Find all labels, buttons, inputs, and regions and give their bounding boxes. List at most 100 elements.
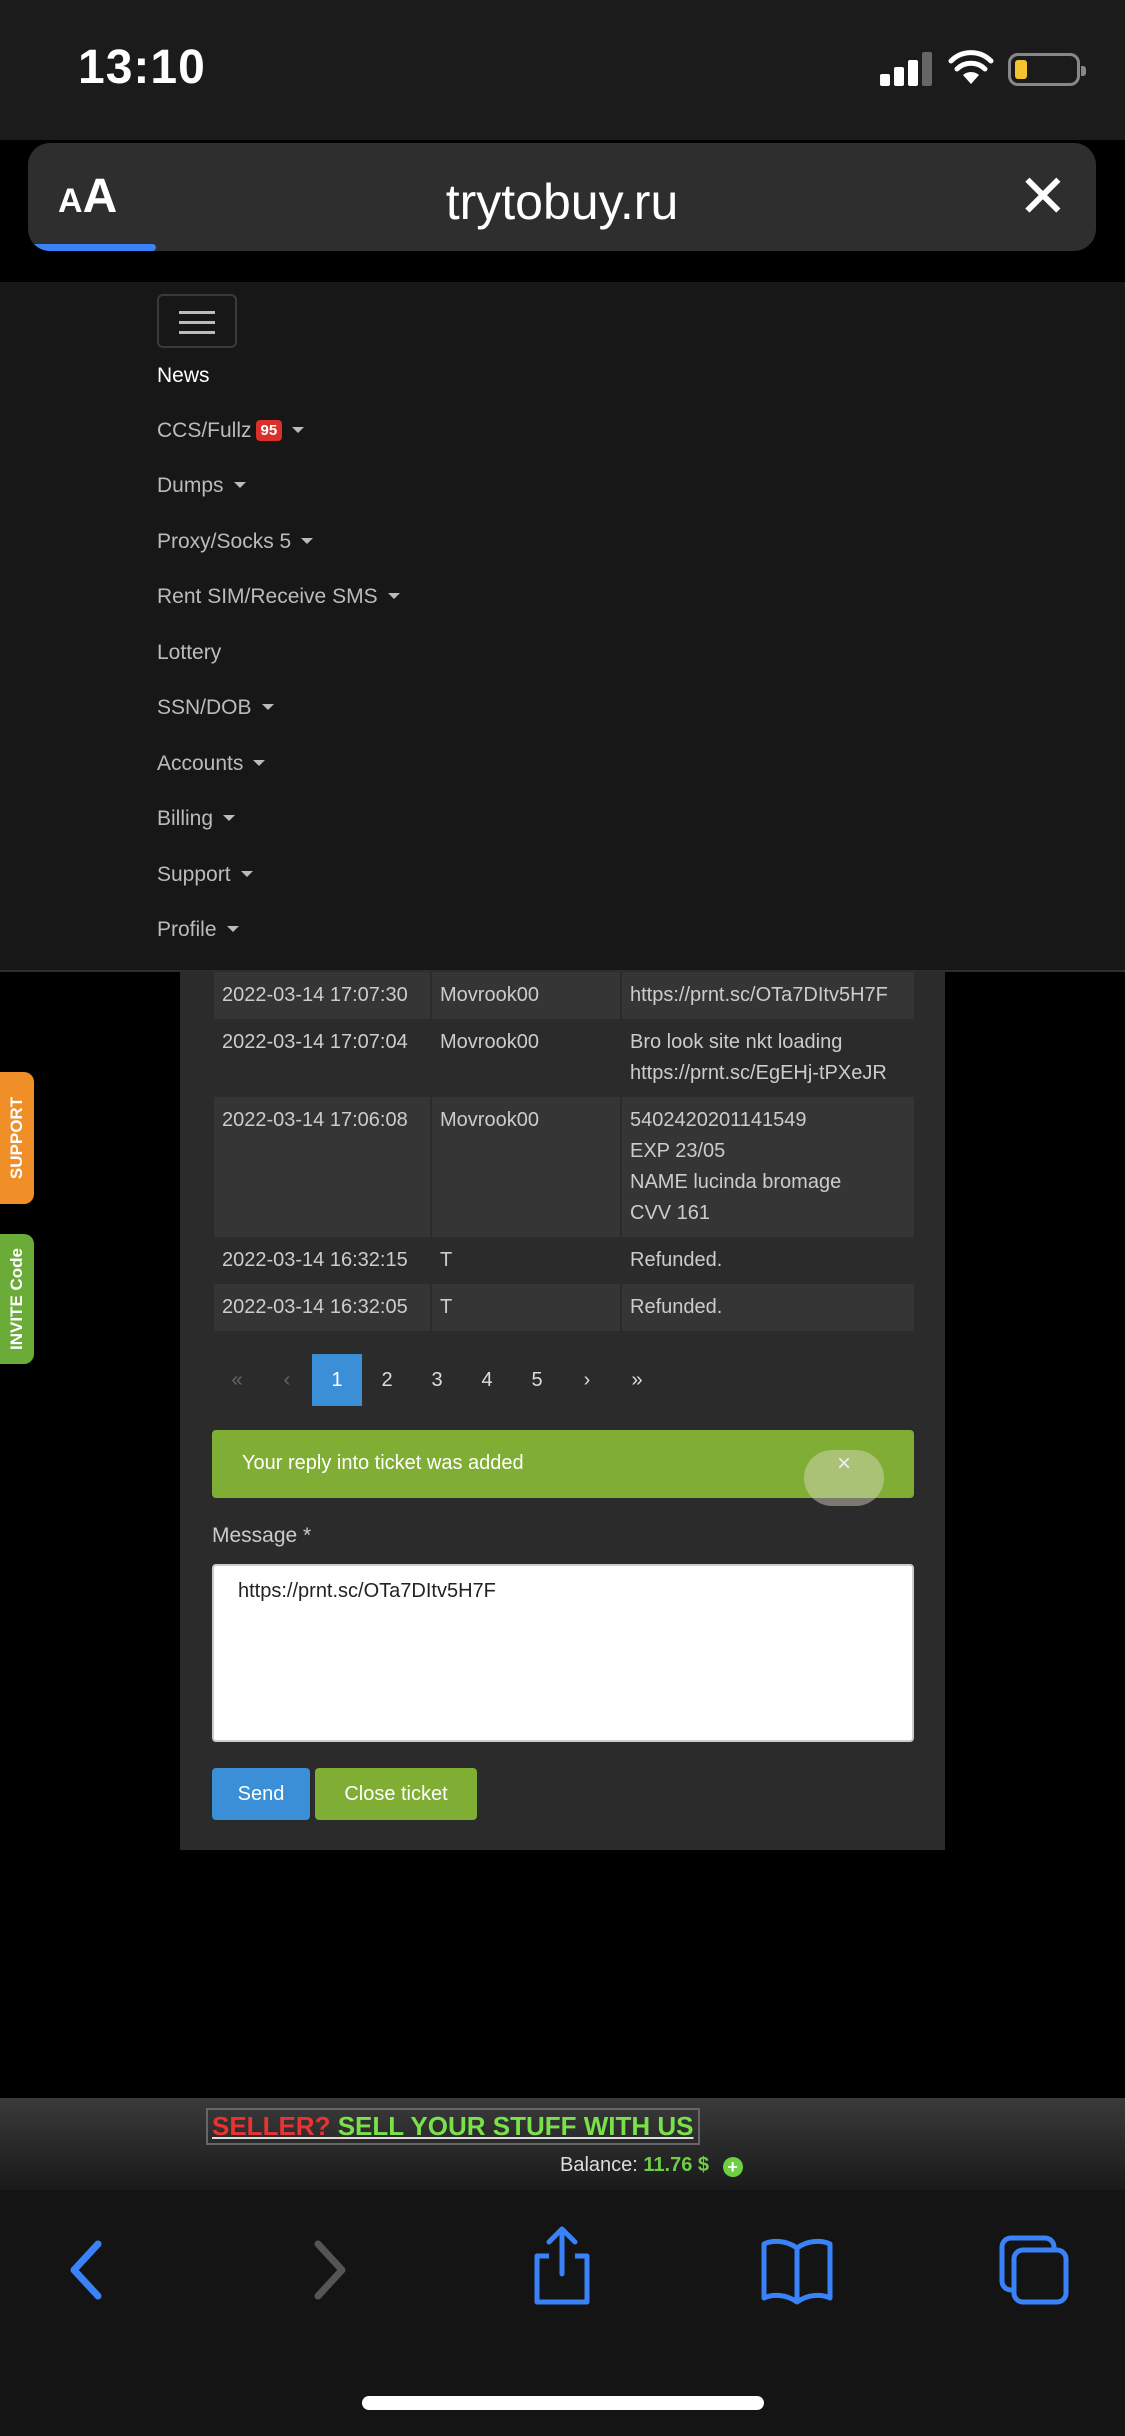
message-line: NAME lucinda bromage <box>630 1171 842 1193</box>
table-row: 2022-03-14 17:06:08 Movrook00 540242020114… <box>212 1097 914 1237</box>
status-time: 13:10 <box>78 41 206 94</box>
message-text: Bro look site nkt loading https://prnt.sc… <box>620 1019 914 1097</box>
message-date: 2022-03-14 16:32:05 <box>212 1284 431 1331</box>
table-row: 2022-03-14 16:32:15 T Refunded. <box>212 1237 914 1284</box>
alert-close-button[interactable]: × <box>804 1450 884 1506</box>
table-row: 2022-03-14 17:07:30 Movrook00 https://prnt… <box>212 972 914 1019</box>
nav-item-rent-sim-receive-sms[interactable]: Rent SIM/Receive SMS <box>157 585 400 609</box>
send-button[interactable]: Send <box>212 1768 310 1820</box>
message-line: Refunded. <box>630 1249 723 1271</box>
nav-item-billing[interactable]: Billing <box>157 807 236 831</box>
pagination-last[interactable]: » <box>612 1354 662 1406</box>
wifi-icon <box>948 50 994 84</box>
status-bar: 13:10 <box>0 0 1125 140</box>
pagination-page-2[interactable]: 2 <box>362 1354 412 1406</box>
message-date: 2022-03-14 17:07:30 <box>212 972 431 1019</box>
nav-item-label: Proxy/Socks 5 <box>157 530 292 553</box>
nav-item-ssn-dob[interactable]: SSN/DOB <box>157 696 274 720</box>
forward-icon[interactable] <box>306 2232 354 2308</box>
ticket-messages-table: 2022-03-14 17:07:30 Movrook00 https://prnt… <box>212 972 914 1331</box>
back-icon[interactable] <box>62 2232 110 2308</box>
nav-item-label: Accounts <box>157 752 244 775</box>
pagination-prev[interactable]: ‹ <box>262 1354 312 1406</box>
nav-item-label: CCS/Fullz <box>157 419 252 442</box>
caret-down-icon <box>292 427 305 433</box>
bookmarks-icon[interactable] <box>758 2232 836 2308</box>
caret-down-icon <box>261 704 274 710</box>
site-navigation: News CCS/Fullz 95 Dumps Proxy/Socks 5 Rent SI… <box>0 282 1125 972</box>
alert-text: Your reply into ticket was added <box>242 1452 524 1474</box>
page-load-progress <box>28 244 156 251</box>
message-user: Movrook00 <box>430 1097 621 1237</box>
footer-banner: SELLER? SELL YOUR STUFF WITH US Balance:… <box>0 2098 1125 2190</box>
nav-item-label: Billing <box>157 807 214 830</box>
tabs-icon[interactable] <box>996 2232 1072 2308</box>
balance-display: Balance: 11.76 $ + <box>560 2154 743 2177</box>
caret-down-icon <box>223 815 236 821</box>
table-row: 2022-03-14 17:07:04 Movrook00 Bro look sit… <box>212 1019 914 1097</box>
table-row: 2022-03-14 16:32:05 T Refunded. <box>212 1284 914 1331</box>
pagination-page-4[interactable]: 4 <box>462 1354 512 1406</box>
support-tab[interactable]: SUPPORT <box>0 1072 34 1204</box>
caret-down-icon <box>253 760 266 766</box>
message-date: 2022-03-14 16:32:15 <box>212 1237 431 1284</box>
nav-item-label: SSN/DOB <box>157 696 252 719</box>
share-icon[interactable] <box>527 2224 597 2308</box>
add-funds-icon[interactable]: + <box>722 2157 743 2177</box>
message-text: https://prnt.sc/OTa7DItv5H7F <box>620 972 914 1019</box>
message-user: T <box>430 1284 621 1331</box>
nav-item-profile[interactable]: Profile <box>157 918 239 942</box>
nav-item-ccs-fullz[interactable]: CCS/Fullz 95 <box>157 419 305 443</box>
battery-icon <box>1008 53 1086 86</box>
pagination-next[interactable]: › <box>562 1354 612 1406</box>
pagination-page-5[interactable]: 5 <box>512 1354 562 1406</box>
count-badge: 95 <box>255 420 283 441</box>
invite-code-tab[interactable]: INVITE Code <box>0 1234 34 1364</box>
balance-value: 11.76 $ <box>643 2154 710 2176</box>
message-user: Movrook00 <box>430 1019 621 1097</box>
nav-item-proxy-socks-5[interactable]: Proxy/Socks 5 <box>157 530 314 554</box>
message-line: CVV 161 <box>630 1202 711 1224</box>
caret-down-icon <box>301 538 314 544</box>
pagination-page-1[interactable]: 1 <box>312 1354 362 1406</box>
message-label: Message * <box>212 1524 312 1547</box>
nav-item-label: Profile <box>157 918 217 941</box>
nav-item-label: Support <box>157 863 231 886</box>
message-line: https://prnt.sc/OTa7DItv5H7F <box>630 984 888 1006</box>
nav-item-news[interactable]: News <box>157 364 210 388</box>
hamburger-menu-icon[interactable] <box>157 294 237 348</box>
close-icon[interactable]: ✕ <box>1018 167 1068 227</box>
close-ticket-button[interactable]: Close ticket <box>315 1768 477 1820</box>
message-line: Bro look site nkt loading <box>630 1031 843 1053</box>
caret-down-icon <box>387 593 400 599</box>
nav-item-label: Lottery <box>157 641 222 664</box>
success-alert: Your reply into ticket was added × <box>212 1430 914 1506</box>
message-text: Refunded. <box>620 1237 914 1284</box>
message-date: 2022-03-14 17:06:08 <box>212 1097 431 1237</box>
caret-down-icon <box>226 926 239 932</box>
nav-item-label: Dumps <box>157 474 224 497</box>
nav-item-dumps[interactable]: Dumps <box>157 474 246 498</box>
message-user: T <box>430 1237 621 1284</box>
pagination-first[interactable]: « <box>212 1354 262 1406</box>
nav-item-lottery[interactable]: Lottery <box>157 641 221 665</box>
pagination-page-3[interactable]: 3 <box>412 1354 462 1406</box>
nav-item-label: Rent SIM/Receive SMS <box>157 585 378 608</box>
message-text: 5402420201141549 EXP 23/05 NAME lucinda br… <box>620 1097 914 1237</box>
home-indicator <box>362 2396 764 2410</box>
ticket-card: 2022-03-14 17:07:30 Movrook00 https://prnt… <box>180 972 945 1850</box>
nav-item-support[interactable]: Support <box>157 863 253 887</box>
message-line: EXP 23/05 <box>630 1140 726 1162</box>
message-textarea[interactable]: https://prnt.sc/OTa7DItv5H7F <box>212 1564 914 1742</box>
url-domain[interactable]: trytobuy.ru <box>28 173 1096 231</box>
nav-item-accounts[interactable]: Accounts <box>157 752 266 776</box>
message-line: 5402420201141549 <box>630 1109 807 1131</box>
seller-promo-link[interactable]: SELLER? SELL YOUR STUFF WITH US <box>206 2108 700 2145</box>
message-line: https://prnt.sc/EgEHj-tPXeJR <box>630 1062 887 1084</box>
message-user: Movrook00 <box>430 972 621 1019</box>
message-date: 2022-03-14 17:07:04 <box>212 1019 431 1097</box>
message-text: Refunded. <box>620 1284 914 1331</box>
caret-down-icon <box>240 871 253 877</box>
message-line: Refunded. <box>630 1296 723 1318</box>
safari-address-bar[interactable]: AA trytobuy.ru ✕ <box>28 143 1096 251</box>
